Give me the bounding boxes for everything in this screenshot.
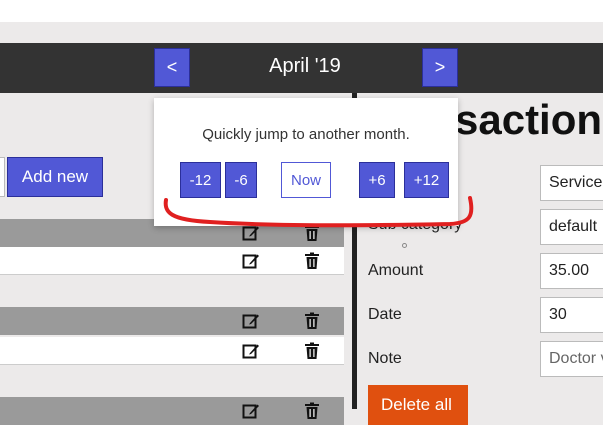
radio-dot-icon — [402, 243, 407, 248]
amount-field[interactable]: 35.00 — [540, 253, 603, 289]
list-row — [0, 337, 344, 365]
next-month-button[interactable]: > — [422, 48, 458, 87]
edit-icon[interactable] — [242, 402, 260, 420]
current-month-title[interactable]: April '19 — [230, 55, 380, 78]
list-row — [0, 247, 344, 275]
date-label: Date — [368, 306, 402, 323]
trash-icon[interactable] — [303, 402, 321, 420]
amount-label: Amount — [368, 262, 424, 279]
add-new-button[interactable]: Add new — [7, 157, 103, 197]
sub-category-select[interactable]: default — [540, 209, 603, 245]
trash-icon[interactable] — [303, 312, 321, 330]
trash-icon[interactable] — [303, 342, 321, 360]
jump-plus-12-button[interactable]: +12 — [404, 162, 449, 198]
category-select[interactable]: Service — [540, 165, 603, 201]
jump-minus-12-button[interactable]: -12 — [180, 162, 221, 198]
edit-icon[interactable] — [242, 312, 260, 330]
edit-icon[interactable] — [242, 252, 260, 270]
jump-plus-6-button[interactable]: +6 — [359, 162, 395, 198]
prev-month-button[interactable]: < — [154, 48, 190, 87]
delete-all-button[interactable]: Delete all — [368, 385, 468, 425]
hidden-input-edge[interactable] — [0, 157, 5, 197]
jump-now-button[interactable]: Now — [281, 162, 331, 198]
popup-instructions: Quickly jump to another month. — [202, 126, 410, 143]
list-row — [0, 397, 344, 425]
month-jump-popup: Quickly jump to another month. -12 -6 No… — [154, 98, 458, 226]
trash-icon[interactable] — [303, 224, 321, 242]
edit-icon[interactable] — [242, 224, 260, 242]
jump-minus-6-button[interactable]: -6 — [225, 162, 257, 198]
note-field[interactable]: Doctor v — [540, 341, 603, 377]
note-label: Note — [368, 350, 402, 367]
edit-icon[interactable] — [242, 342, 260, 360]
trash-icon[interactable] — [303, 252, 321, 270]
transaction-title: saction — [455, 96, 603, 143]
date-field[interactable]: 30 — [540, 297, 603, 333]
top-strip — [0, 0, 603, 22]
list-row — [0, 307, 344, 335]
